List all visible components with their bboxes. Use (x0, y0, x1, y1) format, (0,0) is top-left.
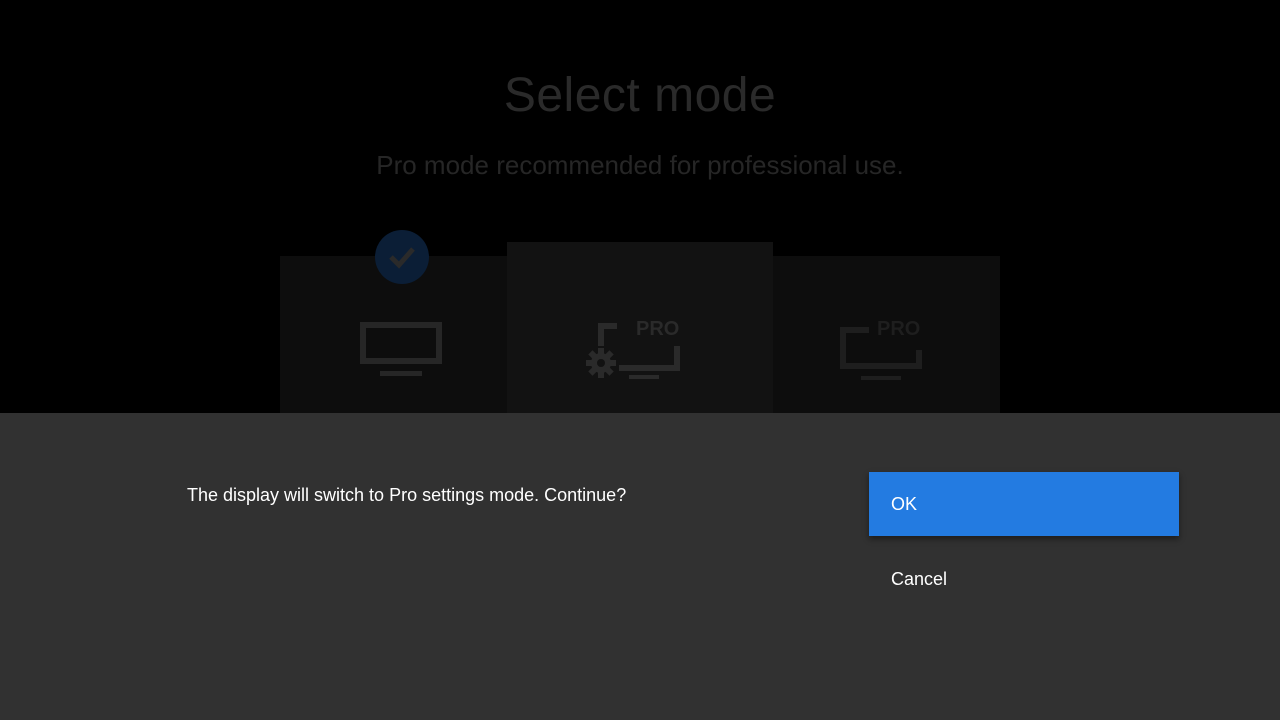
cancel-button-label: Cancel (891, 569, 948, 589)
mode-card-pro[interactable]: PRO (507, 242, 773, 426)
checkmark-icon (389, 247, 415, 269)
confirm-dialog: The display will switch to Pro settings … (0, 413, 1280, 720)
tv-icon (360, 322, 442, 376)
ok-button[interactable]: OK (869, 472, 1179, 536)
page-title: Select mode (503, 69, 777, 122)
cancel-button[interactable]: Cancel (869, 553, 1179, 605)
pro-badge-text: PRO (636, 318, 680, 340)
pro-badge-text: PRO (877, 318, 921, 340)
selected-check-badge (375, 230, 429, 284)
page-subtitle: Pro mode recommended for professional us… (376, 150, 904, 180)
dialog-message: The display will switch to Pro settings … (187, 485, 627, 505)
mode-card-pro-display[interactable]: PRO (773, 256, 1000, 426)
ok-button-label: OK (891, 494, 918, 514)
